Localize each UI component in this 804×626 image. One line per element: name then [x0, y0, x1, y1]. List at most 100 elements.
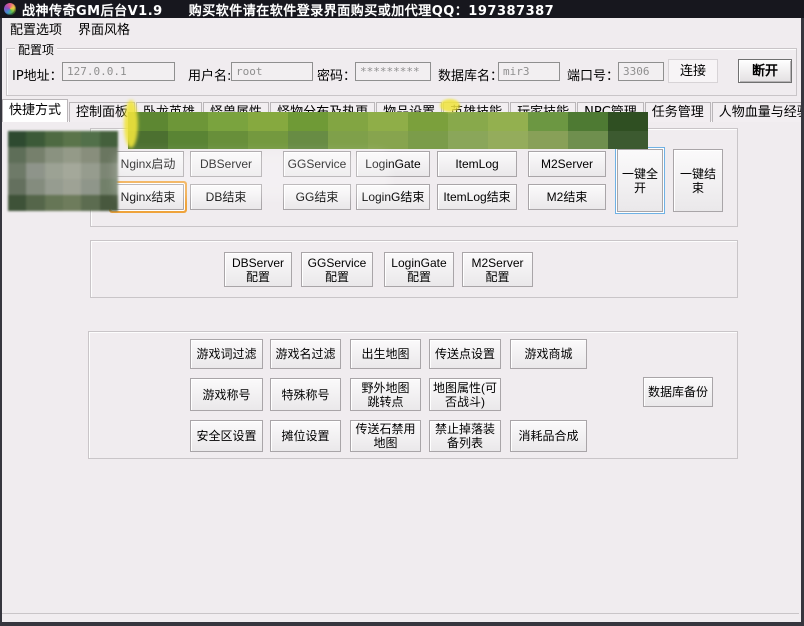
censor-mosaic-band [128, 112, 648, 149]
mosaic-cell [81, 163, 99, 179]
mosaic-cell [328, 112, 368, 131]
username-label: 用户名: [188, 65, 231, 84]
m2server-start-button[interactable]: M2Server [528, 151, 606, 177]
title-bar: 战神传奇GM后台V1.9 购买软件请在软件登录界面购买或加代理QQ：197387… [0, 0, 804, 18]
mosaic-cell [63, 163, 81, 179]
database-input[interactable] [498, 62, 560, 81]
mosaic-cell [288, 112, 328, 131]
one-key-open-all-button[interactable]: 一键全开 [617, 149, 663, 212]
ip-input[interactable] [62, 62, 175, 81]
no-drop-equip-button[interactable]: 禁止掉落装备列表 [429, 420, 501, 452]
tab-player-hp-exp[interactable]: 人物血量与经验 [712, 102, 804, 122]
one-key-close-all-button[interactable]: 一键结束 [673, 149, 723, 212]
mosaic-cell [408, 131, 448, 150]
special-title-button[interactable]: 特殊称号 [270, 378, 341, 411]
mosaic-cell [448, 112, 488, 131]
password-label: 密码： [317, 65, 356, 84]
mosaic-cell [26, 131, 44, 147]
wild-map-jump-button[interactable]: 野外地图 跳转点 [350, 378, 421, 411]
mosaic-cell [26, 195, 44, 211]
mosaic-cell [328, 131, 368, 150]
mosaic-cell [168, 131, 208, 150]
spawn-map-button[interactable]: 出生地图 [350, 339, 421, 369]
connect-button[interactable]: 连接 [668, 59, 718, 83]
stall-settings-button[interactable]: 摊位设置 [270, 420, 341, 452]
mosaic-cell [26, 163, 44, 179]
mosaic-cell [248, 131, 288, 150]
logingate-config-button[interactable]: LoginGate 配置 [384, 252, 454, 287]
menu-ui-style[interactable]: 界面风格 [70, 19, 138, 38]
safe-zone-button[interactable]: 安全区设置 [190, 420, 263, 452]
mosaic-cell [63, 179, 81, 195]
consumable-craft-button[interactable]: 消耗品合成 [510, 420, 587, 452]
yellow-smear-tab [440, 99, 460, 112]
mosaic-cell [608, 131, 648, 150]
mosaic-cell [81, 147, 99, 163]
window-title: 战神传奇GM后台V1.9 [22, 0, 163, 19]
watermark-overlay [115, 152, 390, 198]
teleport-stone-ban-button[interactable]: 传送石禁用地图 [350, 420, 421, 452]
menu-bar: 配置选项 界面风格 [2, 18, 799, 38]
status-bar [2, 613, 799, 623]
yellow-smear-left [124, 100, 138, 148]
disconnect-button[interactable]: 断开 [738, 59, 792, 83]
mosaic-cell [8, 163, 26, 179]
purchase-notice: 购买软件请在软件登录界面购买或加代理QQ：197387387 [189, 0, 555, 19]
mosaic-cell [368, 112, 408, 131]
config-groupbox-label: 配置项 [15, 41, 57, 58]
tab-quick-actions[interactable]: 快捷方式 [2, 99, 68, 122]
mosaic-cell [100, 131, 118, 147]
censored-thumbnail-image [8, 131, 118, 211]
database-label: 数据库名： [438, 65, 503, 84]
mosaic-cell [45, 163, 63, 179]
mosaic-cell [448, 131, 488, 150]
mosaic-cell [8, 131, 26, 147]
teleport-point-button[interactable]: 传送点设置 [429, 339, 501, 369]
mosaic-cell [488, 112, 528, 131]
port-label: 端口号： [567, 65, 619, 84]
database-backup-button[interactable]: 数据库备份 [643, 377, 713, 407]
game-mall-button[interactable]: 游戏商城 [510, 339, 587, 369]
m2server-config-button[interactable]: M2Server 配置 [462, 252, 533, 287]
mosaic-cell [568, 112, 608, 131]
mosaic-cell [100, 195, 118, 211]
mosaic-cell [45, 147, 63, 163]
mosaic-cell [568, 131, 608, 150]
mosaic-cell [81, 195, 99, 211]
mosaic-cell [26, 147, 44, 163]
mosaic-cell [63, 147, 81, 163]
ggservice-config-button[interactable]: GGService 配置 [301, 252, 373, 287]
game-title-button[interactable]: 游戏称号 [190, 378, 263, 411]
mosaic-cell [81, 179, 99, 195]
mosaic-cell [168, 112, 208, 131]
username-input[interactable] [231, 62, 313, 81]
password-input[interactable] [355, 62, 431, 81]
mosaic-cell [8, 179, 26, 195]
app-window: 战神传奇GM后台V1.9 购买软件请在软件登录界面购买或加代理QQ：197387… [0, 0, 804, 626]
mosaic-cell [45, 131, 63, 147]
menu-config-options[interactable]: 配置选项 [2, 19, 70, 38]
map-attrs-button[interactable]: 地图属性(可否战斗) [429, 378, 501, 411]
itemlog-stop-button[interactable]: ItemLog结束 [437, 184, 517, 210]
mosaic-cell [288, 131, 328, 150]
m2-stop-button[interactable]: M2结束 [528, 184, 606, 210]
mosaic-cell [45, 195, 63, 211]
app-icon [4, 3, 16, 15]
dbserver-config-button[interactable]: DBServer 配置 [224, 252, 292, 287]
mosaic-cell [8, 195, 26, 211]
itemlog-start-button[interactable]: ItemLog [437, 151, 517, 177]
mosaic-cell [248, 112, 288, 131]
tab-task-manage[interactable]: 任务管理 [645, 102, 711, 122]
mosaic-cell [528, 112, 568, 131]
word-filter-button[interactable]: 游戏词过滤 [190, 339, 263, 369]
mosaic-cell [63, 131, 81, 147]
mosaic-cell [8, 147, 26, 163]
mosaic-cell [81, 131, 99, 147]
name-filter-button[interactable]: 游戏名过滤 [270, 339, 341, 369]
mosaic-cell [208, 112, 248, 131]
port-input[interactable] [618, 62, 664, 81]
mosaic-cell [528, 131, 568, 150]
mosaic-cell [368, 131, 408, 150]
ip-label: IP地址： [12, 65, 63, 84]
mosaic-cell [608, 112, 648, 131]
